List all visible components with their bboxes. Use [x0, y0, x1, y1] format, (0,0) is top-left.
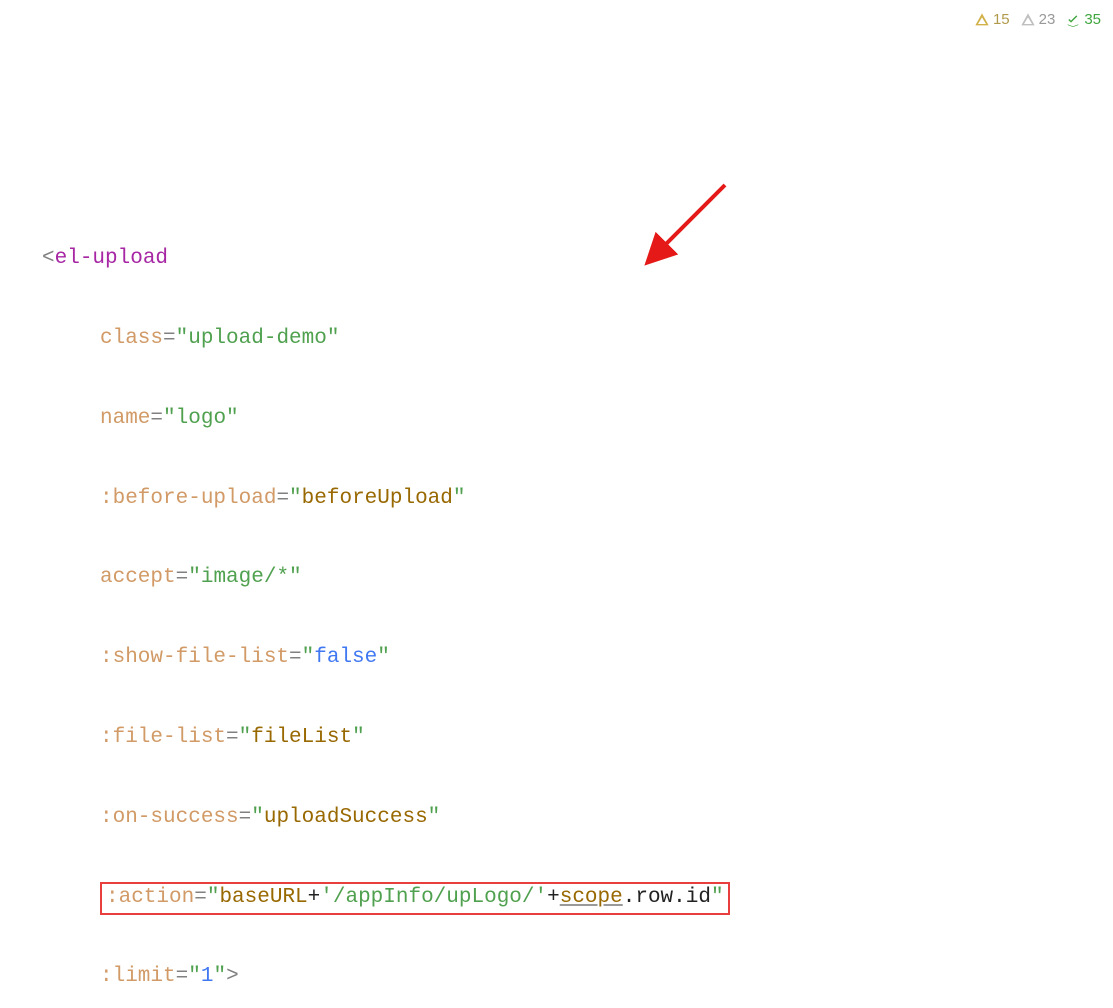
- check-icon: [1065, 12, 1081, 28]
- code-line: :show-file-list="false": [0, 638, 1113, 678]
- code-line: accept="image/*": [0, 558, 1113, 598]
- warning-icon: [974, 12, 990, 28]
- code-line-action: :action="baseURL+'/appInfo/upLogo/'+scop…: [0, 878, 1113, 918]
- ok-badge: 35: [1065, 6, 1101, 35]
- code-line: <el-upload: [0, 239, 1113, 279]
- annotation-arrow: [630, 175, 740, 285]
- warning-count-2: 23: [1039, 6, 1056, 35]
- ok-count: 35: [1084, 6, 1101, 35]
- warning-count-1: 15: [993, 6, 1010, 35]
- code-block: 15 23 35 <el-upload class="upload-demo" …: [0, 0, 1113, 1008]
- warning-icon: [1020, 12, 1036, 28]
- code-line: class="upload-demo": [0, 319, 1113, 359]
- warning-badge-2: 23: [1020, 6, 1056, 35]
- code-line: :on-success="uploadSuccess": [0, 798, 1113, 838]
- highlighted-action-attr: :action="baseURL+'/appInfo/upLogo/'+scop…: [100, 882, 730, 915]
- code-line: :file-list="fileList": [0, 718, 1113, 758]
- code-line: :limit="1">: [0, 957, 1113, 997]
- code-line: name="logo": [0, 399, 1113, 439]
- code-line: :before-upload="beforeUpload": [0, 479, 1113, 519]
- inspection-badges: 15 23 35: [974, 6, 1101, 35]
- warning-badge-1: 15: [974, 6, 1010, 35]
